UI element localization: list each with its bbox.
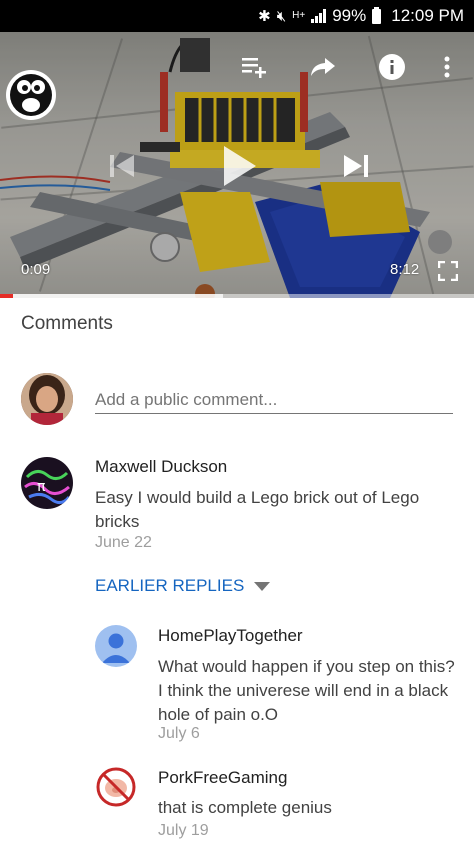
buffered-fill [0, 294, 223, 298]
share-button[interactable] [306, 50, 340, 84]
fullscreen-button[interactable] [434, 258, 462, 284]
reply-author-name[interactable]: PorkFreeGaming [158, 768, 287, 788]
add-comment-input[interactable] [95, 386, 453, 414]
mute-icon: 🔇︎ [276, 7, 287, 25]
user-avatar [21, 373, 73, 425]
add-to-playlist-icon [242, 58, 266, 78]
previous-icon [110, 155, 134, 177]
signal-icon [311, 9, 327, 23]
reply-author-avatar[interactable] [95, 625, 137, 667]
video-progress-bar[interactable] [0, 294, 474, 298]
user-photo [21, 373, 73, 425]
reply-text: What would happen if you step on this? I… [158, 657, 455, 724]
info-icon [379, 54, 405, 80]
battery-percent: 99% [332, 6, 367, 25]
default-avatar-icon [95, 625, 137, 667]
info-button[interactable] [375, 50, 409, 84]
progress-fill [0, 294, 13, 298]
more-options-button[interactable] [432, 50, 462, 84]
comment-author-name[interactable]: Maxwell Duckson [95, 457, 227, 477]
no-pig-avatar-icon [95, 766, 137, 808]
reply-author-name[interactable]: HomePlayTogether [158, 626, 303, 646]
svg-text:π: π [37, 479, 46, 495]
play-pause-button[interactable] [210, 138, 266, 194]
comment-date: June 22 [95, 534, 152, 551]
more-vert-icon [444, 56, 450, 78]
channel-logo-icon [10, 74, 52, 116]
reply-date: July 6 [158, 725, 200, 742]
channel-avatar[interactable] [6, 70, 56, 120]
chevron-down-icon [254, 581, 271, 591]
share-icon [311, 58, 335, 76]
reply-date: July 19 [158, 822, 209, 839]
video-player[interactable]: 0:09 8:12 [0, 32, 474, 298]
status-bar: ✱ 🔇︎ H+ 99% 12:09 PM [0, 0, 474, 32]
data-icon: H+ [292, 10, 306, 21]
battery-icon [372, 6, 382, 24]
add-to-playlist-button[interactable] [238, 50, 272, 84]
elapsed-time: 0:09 [21, 261, 51, 278]
comments-heading: Comments [21, 313, 113, 334]
fullscreen-icon [438, 261, 458, 281]
comment-text: Easy I would build a Lego brick out of L… [95, 488, 420, 531]
maxwell-avatar: π [21, 457, 73, 509]
bluetooth-icon: ✱ [258, 7, 271, 25]
reply-author-avatar[interactable] [95, 766, 137, 808]
video-duration: 8:12 [390, 261, 420, 278]
reply-text: that is complete genius [158, 798, 332, 817]
earlier-replies-label: EARLIER REPLIES [95, 576, 245, 595]
previous-button[interactable] [100, 144, 144, 188]
clock: 12:09 PM [391, 6, 464, 25]
earlier-replies-button[interactable]: EARLIER REPLIES [95, 576, 271, 596]
next-button[interactable] [334, 144, 378, 188]
comment-author-avatar[interactable]: π [21, 457, 73, 509]
play-icon [224, 146, 256, 186]
next-icon [344, 155, 368, 177]
